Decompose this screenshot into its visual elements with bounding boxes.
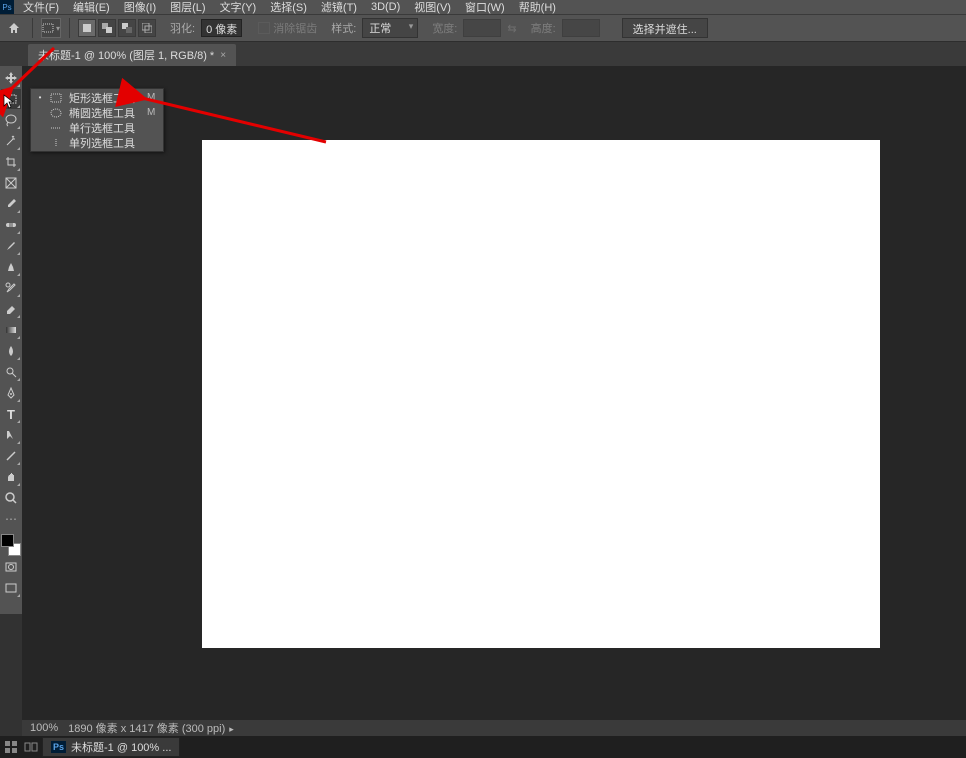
feather-label: 羽化: xyxy=(170,20,195,36)
home-button[interactable] xyxy=(4,18,24,38)
menu-help[interactable]: 帮助(H) xyxy=(512,0,563,15)
flyout-item-shortcut: M xyxy=(147,107,155,118)
menu-select[interactable]: 选择(S) xyxy=(263,0,314,15)
flyout-item-shortcut: M xyxy=(147,92,155,103)
flyout-item-label: 单行选框工具 xyxy=(69,120,143,136)
document-tab[interactable]: 未标题-1 @ 100% (图层 1, RGB/8) * × xyxy=(28,44,236,66)
taskbar-app-title: 未标题-1 @ 100% ... xyxy=(71,739,171,755)
antialias-checkbox xyxy=(258,22,270,34)
menu-view[interactable]: 视图(V) xyxy=(407,0,458,15)
rect-marquee-icon xyxy=(49,93,63,103)
zoom-tool[interactable] xyxy=(1,488,21,508)
zoom-level[interactable]: 100% xyxy=(30,722,58,734)
windows-start-button[interactable] xyxy=(2,738,20,756)
height-label: 高度: xyxy=(531,20,556,36)
menu-window[interactable]: 窗口(W) xyxy=(458,0,512,15)
menu-bar: Ps 文件(F) 编辑(E) 图像(I) 图层(L) 文字(Y) 选择(S) 滤… xyxy=(0,0,966,14)
menu-edit[interactable]: 编辑(E) xyxy=(66,0,117,15)
frame-tool[interactable] xyxy=(1,173,21,193)
document-info[interactable]: 1890 像素 x 1417 像素 (300 ppi) xyxy=(68,720,234,736)
blur-tool[interactable] xyxy=(1,341,21,361)
color-swatches[interactable] xyxy=(1,534,21,556)
flyout-item-label: 椭圆选框工具 xyxy=(69,105,135,121)
close-tab-icon[interactable]: × xyxy=(220,50,226,61)
flyout-item-label: 矩形选框工具 xyxy=(69,90,135,106)
flyout-elliptical-marquee[interactable]: 椭圆选框工具 M xyxy=(31,105,163,120)
screen-mode-toggle[interactable] xyxy=(1,578,21,598)
windows-taskbar: Ps 未标题-1 @ 100% ... xyxy=(0,736,966,758)
shape-tool[interactable] xyxy=(1,446,21,466)
separator xyxy=(69,18,70,38)
tool-preset-picker[interactable]: ▾ xyxy=(41,18,61,38)
brush-tool[interactable] xyxy=(1,236,21,256)
col-marquee-icon xyxy=(49,138,63,148)
marquee-tool[interactable] xyxy=(1,89,21,109)
height-input xyxy=(562,19,600,37)
swap-wh-icon: ⇆ xyxy=(507,22,516,35)
toolbox: T ⋯ xyxy=(0,66,22,614)
magic-wand-tool[interactable] xyxy=(1,131,21,151)
document-tab-bar: 未标题-1 @ 100% (图层 1, RGB/8) * × xyxy=(0,42,966,66)
quick-mask-toggle[interactable] xyxy=(1,557,21,577)
type-tool[interactable]: T xyxy=(1,404,21,424)
separator xyxy=(32,18,33,38)
app-icon: Ps xyxy=(0,0,14,14)
history-brush-tool[interactable] xyxy=(1,278,21,298)
options-bar: ▾ 羽化: 0 像素 消除锯齿 样式: 正常 宽度: ⇆ 高度: 选择并遮住..… xyxy=(0,14,966,42)
edit-toolbar-icon[interactable]: ⋯ xyxy=(1,509,21,529)
healing-brush-tool[interactable] xyxy=(1,215,21,235)
hand-tool[interactable] xyxy=(1,467,21,487)
clone-stamp-tool[interactable] xyxy=(1,257,21,277)
select-and-mask-button[interactable]: 选择并遮住... xyxy=(622,18,708,38)
feather-input[interactable]: 0 像素 xyxy=(201,19,242,37)
lasso-tool[interactable] xyxy=(1,110,21,130)
move-tool[interactable] xyxy=(1,68,21,88)
menu-filter[interactable]: 滤镜(T) xyxy=(314,0,364,15)
taskbar-app-photoshop[interactable]: Ps 未标题-1 @ 100% ... xyxy=(42,737,180,757)
menu-layer[interactable]: 图层(L) xyxy=(163,0,212,15)
eyedropper-tool[interactable] xyxy=(1,194,21,214)
crop-tool[interactable] xyxy=(1,152,21,172)
document-canvas[interactable] xyxy=(202,140,880,648)
canvas-area[interactable] xyxy=(22,66,966,736)
eraser-tool[interactable] xyxy=(1,299,21,319)
selection-mode-group xyxy=(78,19,156,37)
task-view-button[interactable] xyxy=(22,738,40,756)
selection-new[interactable] xyxy=(78,19,96,37)
menu-type[interactable]: 文字(Y) xyxy=(213,0,264,15)
width-label: 宽度: xyxy=(432,20,457,36)
menu-file[interactable]: 文件(F) xyxy=(16,0,66,15)
style-dropdown[interactable]: 正常 xyxy=(362,18,418,38)
active-dot-icon: • xyxy=(37,93,43,102)
antialias-label: 消除锯齿 xyxy=(273,20,317,36)
pen-tool[interactable] xyxy=(1,383,21,403)
flyout-rectangular-marquee[interactable]: • 矩形选框工具 M xyxy=(31,90,163,105)
marquee-tool-flyout: • 矩形选框工具 M 椭圆选框工具 M 单行选框工具 单列选框工具 xyxy=(30,88,164,152)
gradient-tool[interactable] xyxy=(1,320,21,340)
selection-add[interactable] xyxy=(98,19,116,37)
document-tab-title: 未标题-1 @ 100% (图层 1, RGB/8) * xyxy=(38,47,214,63)
menu-image[interactable]: 图像(I) xyxy=(117,0,163,15)
path-selection-tool[interactable] xyxy=(1,425,21,445)
flyout-single-column-marquee[interactable]: 单列选框工具 xyxy=(31,135,163,150)
row-marquee-icon xyxy=(49,123,63,133)
selection-intersect[interactable] xyxy=(138,19,156,37)
flyout-item-label: 单列选框工具 xyxy=(69,135,143,151)
flyout-single-row-marquee[interactable]: 单行选框工具 xyxy=(31,120,163,135)
ps-app-icon: Ps xyxy=(51,741,66,753)
status-bar: 100% 1890 像素 x 1417 像素 (300 ppi) xyxy=(22,720,966,736)
width-input xyxy=(463,19,501,37)
selection-subtract[interactable] xyxy=(118,19,136,37)
style-label: 样式: xyxy=(331,20,356,36)
menu-3d[interactable]: 3D(D) xyxy=(364,1,407,13)
ellipse-marquee-icon xyxy=(49,108,63,118)
dodge-tool[interactable] xyxy=(1,362,21,382)
foreground-color-swatch[interactable] xyxy=(1,534,14,547)
